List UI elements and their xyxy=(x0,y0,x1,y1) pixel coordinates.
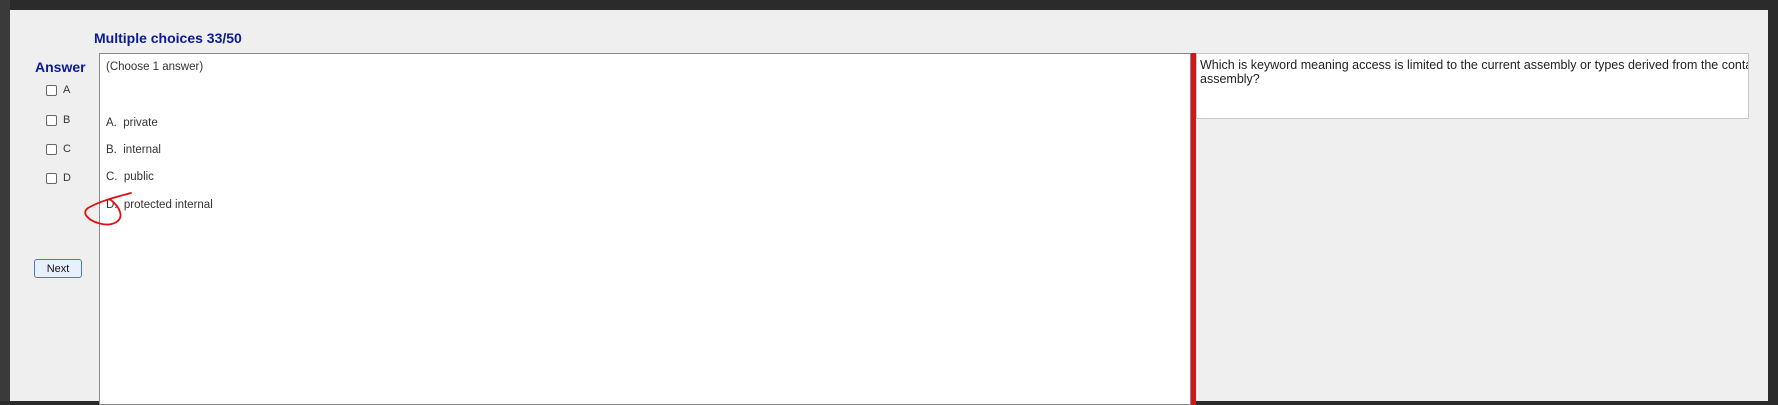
window-right-border xyxy=(1768,0,1778,401)
question-text: Which is keyword meaning access is limit… xyxy=(1200,58,1748,86)
answer-choice-b[interactable]: B xyxy=(46,112,70,128)
checkbox-label-d: D xyxy=(63,172,71,184)
checkbox-d[interactable] xyxy=(46,172,57,184)
next-button[interactable]: Next xyxy=(34,259,82,278)
red-hand-drawn-circle-annotation xyxy=(84,192,132,226)
answer-choice-a[interactable]: A xyxy=(46,82,70,98)
option-a: A. private xyxy=(106,117,158,129)
checkbox-b[interactable] xyxy=(46,114,57,126)
checkbox-c[interactable] xyxy=(46,143,57,155)
answer-choice-c[interactable]: C xyxy=(46,141,71,157)
question-box: Which is keyword meaning access is limit… xyxy=(1196,53,1749,119)
option-c: C. public xyxy=(106,171,154,183)
checkbox-label-b: B xyxy=(63,114,71,126)
quiz-window: Multiple choices 33/50 Answer A B C D Ne… xyxy=(10,10,1768,405)
option-b: B. internal xyxy=(106,144,161,156)
checkbox-a[interactable] xyxy=(46,84,57,96)
answer-choice-d[interactable]: D xyxy=(46,170,71,186)
quiz-progress-title: Multiple choices 33/50 xyxy=(94,30,242,46)
window-top-border xyxy=(0,0,1778,10)
answer-heading: Answer xyxy=(35,59,86,75)
checkbox-label-c: C xyxy=(63,143,71,155)
window-left-border xyxy=(0,0,10,401)
checkbox-label-a: A xyxy=(63,84,71,96)
choose-instruction: (Choose 1 answer) xyxy=(106,61,204,73)
options-panel: (Choose 1 answer) A. private B. internal… xyxy=(99,53,1191,405)
